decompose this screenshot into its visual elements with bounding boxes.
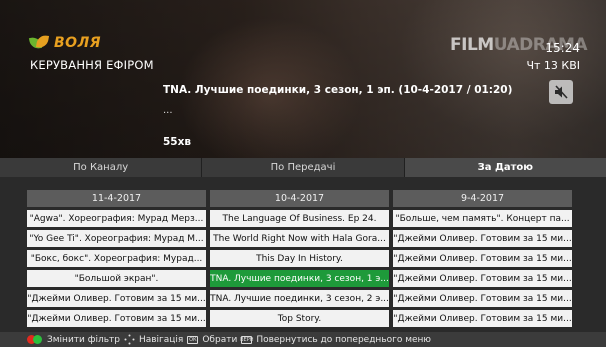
date-column-2: 10-4-2017 The Language Of Business. Ep 2… xyxy=(210,190,389,330)
date-column-3: 9-4-2017 "Больше, чем память". Концерт п… xyxy=(393,190,572,330)
program-item[interactable]: This Day In History. xyxy=(210,250,389,267)
change-filter-hint: Змінити фільтр xyxy=(47,334,120,345)
back-key-icon: ВЕРН xyxy=(240,335,254,344)
program-item[interactable]: "Больше, чем память". Концерт па... xyxy=(393,210,572,227)
preview-shade xyxy=(0,0,606,158)
program-item[interactable]: TNA. Лучшие поединки, 3 сезон, 2 э... xyxy=(210,290,389,307)
preview-area: ВОЛЯ КЕРУВАННЯ ЕФІРОМ FILMUADRAMA 15:24 … xyxy=(0,0,606,158)
program-item[interactable]: "Джейми Оливер. Готовим за 15 ми... xyxy=(393,290,572,307)
mute-icon[interactable] xyxy=(549,80,573,104)
program-item[interactable]: The World Right Now with Hala Gora... xyxy=(210,230,389,247)
filter-tabs: По Каналу По Передачі За Датою xyxy=(0,158,606,177)
tab-by-date[interactable]: За Датою xyxy=(404,158,606,177)
program-description: ... xyxy=(163,105,173,116)
program-title: TNA. Лучшие поединки, 3 сезон, 1 эп. (10… xyxy=(163,84,513,96)
select-hint: Обрати xyxy=(202,334,238,345)
program-item[interactable]: "Джейми Оливер. Готовим за 15 ми... xyxy=(27,290,206,307)
program-item[interactable]: "Джейми Оливер. Готовим за 15 ми... xyxy=(393,270,572,287)
column-date-header: 10-4-2017 xyxy=(210,190,389,207)
brand-name: ВОЛЯ xyxy=(54,35,101,51)
page-subtitle: КЕРУВАННЯ ЕФІРОМ xyxy=(30,58,154,72)
program-item[interactable]: "Джейми Оливер. Готовим за 15 ми... xyxy=(393,310,572,327)
tab-by-channel[interactable]: По Каналу xyxy=(0,158,203,177)
program-duration: 55хв xyxy=(163,136,192,148)
program-item[interactable]: The Language Of Business. Ep 24. xyxy=(210,210,389,227)
logo-leaves-icon xyxy=(28,34,50,51)
green-key-icon xyxy=(33,335,42,344)
program-item-selected[interactable]: TNA. Лучшие поединки, 3 сезон, 1 э... xyxy=(210,270,389,287)
program-item[interactable]: "Джейми Оливер. Готовим за 15 ми... xyxy=(393,230,572,247)
volia-logo: ВОЛЯ xyxy=(28,34,101,51)
program-item[interactable]: "Бокс, бокс". Хореография: Мурад... xyxy=(27,250,206,267)
channel-logo-part-a: FILM xyxy=(450,35,494,55)
program-item[interactable]: Top Story. xyxy=(210,310,389,327)
navigation-hint: Навігація xyxy=(138,334,184,345)
schedule-grid: 11-4-2017 "Agwa". Хореография: Мурад Мер… xyxy=(0,177,606,332)
date-column-1: 11-4-2017 "Agwa". Хореография: Мурад Мер… xyxy=(27,190,206,330)
program-item[interactable]: "Agwa". Хореография: Мурад Мерз... xyxy=(27,210,206,227)
column-date-header: 11-4-2017 xyxy=(27,190,206,207)
back-hint: Повернутись до попереднього меню xyxy=(256,334,432,345)
program-item[interactable]: "Джейми Оливер. Готовим за 15 ми... xyxy=(393,250,572,267)
program-item[interactable]: "Yo Gee Ti". Хореография: Мурад М... xyxy=(27,230,206,247)
clock: 15:24 xyxy=(545,41,580,55)
program-item[interactable]: "Джейми Оливер. Готовим за 15 ми... xyxy=(27,310,206,327)
tab-by-program[interactable]: По Передачі xyxy=(202,158,405,177)
column-date-header: 9-4-2017 xyxy=(393,190,572,207)
current-date: Чт 13 КВІ xyxy=(526,59,580,72)
program-item[interactable]: "Большой экран". xyxy=(27,270,206,287)
dpad-icon xyxy=(124,334,135,345)
help-bar: Змінити фільтр Навігація ОК Обрати ВЕРН … xyxy=(0,332,606,347)
ok-key-icon: ОК xyxy=(187,335,199,344)
